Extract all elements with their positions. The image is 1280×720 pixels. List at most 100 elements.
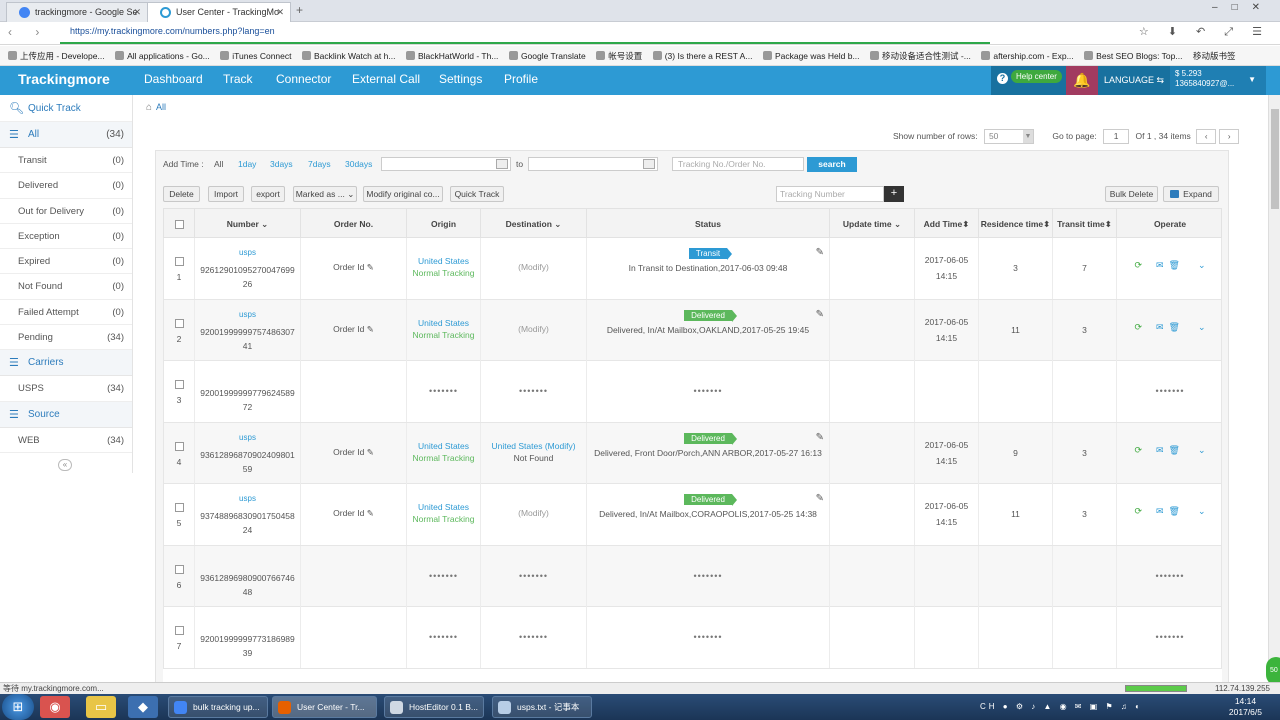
sidebar-group-all[interactable]: ☰ All (34) — [0, 122, 132, 148]
chevron-down-icon[interactable]: ⌄ — [1198, 445, 1206, 455]
sidebar-collapse-button[interactable]: « — [58, 459, 72, 471]
nav-buttons[interactable]: ‹ › — [8, 25, 49, 39]
window-controls[interactable]: –□✕ — [1212, 2, 1274, 13]
header-destination[interactable]: Destination ⌄ — [481, 209, 587, 239]
sidebar-item-pending[interactable]: Pending (34) — [0, 325, 132, 351]
system-tray[interactable]: CH ● ⚙ ♪ ▲ ◉ ✉ ▣ ⚑ ♫ ◐ — [980, 694, 1143, 720]
bookmark-item[interactable]: 移动设备适合性测试 -... — [870, 46, 971, 65]
bell-icon[interactable]: 🔔 — [1066, 66, 1098, 95]
order-id-field[interactable]: Order Id ✎ — [301, 508, 406, 519]
app-icon[interactable]: ◆ — [128, 696, 158, 718]
pencil-icon[interactable]: ✎ — [367, 324, 374, 334]
row-checkbox[interactable] — [174, 257, 184, 267]
range-3days[interactable]: 3days — [270, 159, 293, 169]
sidebar-item-usps[interactable]: USPS (34) — [0, 376, 132, 402]
row-checkbox[interactable] — [174, 503, 184, 513]
tracking-number-input[interactable]: Tracking Number — [776, 186, 884, 202]
rows-per-page-select[interactable]: 50 ▼ — [983, 129, 1034, 145]
bulk-delete-button[interactable]: Bulk Delete — [1105, 186, 1158, 202]
table-row[interactable]: 1 usps 92612901095270047699 26 Order Id ✎ Uni… — [163, 238, 1222, 300]
origin-country[interactable]: United States — [407, 502, 480, 512]
app-icon[interactable]: ◉ — [40, 696, 70, 718]
home-icon[interactable]: ⌂ — [146, 102, 152, 113]
sidebar-item-delivered[interactable]: Delivered (0) — [0, 173, 132, 199]
language-selector[interactable]: LANGUAGE ⇆ — [1098, 66, 1170, 95]
bookmark-item[interactable]: BlackHatWorld - Th... — [405, 46, 498, 65]
expand-button[interactable]: Expand — [1163, 186, 1219, 202]
export-button[interactable]: export — [251, 186, 285, 202]
sidebar-group-carriers[interactable]: ☰ Carriers — [0, 350, 132, 377]
comment-icon[interactable]: ✉ — [1156, 445, 1164, 455]
add-tracking-button[interactable]: + — [884, 186, 904, 202]
nav-settings[interactable]: Settings — [439, 72, 482, 86]
floating-widget[interactable]: 50 — [1266, 657, 1280, 685]
bookmark-item[interactable]: All applications - Go... — [115, 46, 210, 65]
destination-modify[interactable]: (Modify) — [481, 262, 586, 272]
folder-icon[interactable]: ▭ — [86, 696, 116, 718]
destination-modify[interactable]: United States (Modify) — [481, 441, 586, 451]
bookmark-item[interactable]: Best SEO Blogs: Top... — [1084, 46, 1182, 65]
bookmark-item[interactable]: Google Translate — [508, 46, 586, 65]
refresh-icon[interactable]: ⟳ — [1134, 506, 1142, 516]
order-id-field[interactable]: Order Id ✎ — [301, 447, 406, 458]
comment-icon[interactable]: ✉ — [1156, 506, 1164, 516]
origin-country[interactable]: United States — [407, 441, 480, 451]
origin-country[interactable]: United States — [407, 318, 480, 328]
tracking-number[interactable]: 92001999999757486307 — [195, 327, 300, 337]
tracking-order-search-input[interactable]: Tracking No./Order No. — [672, 157, 804, 171]
range-30days[interactable]: 30days — [345, 159, 372, 169]
tracking-number[interactable]: 93612896980900766746 — [195, 573, 300, 583]
sidebar-item-out-for-delivery[interactable]: Out for Delivery (0) — [0, 199, 132, 224]
next-page-button[interactable]: › — [1219, 129, 1240, 145]
start-button[interactable]: ⊞ — [2, 694, 34, 720]
modify-original-button[interactable]: Modify original co... — [363, 186, 443, 202]
sidebar-item-exception[interactable]: Exception (0) — [0, 224, 132, 250]
sidebar-item-failed-attempt[interactable]: Failed Attempt (0) — [0, 300, 132, 326]
start-date-input[interactable] — [381, 157, 511, 171]
taskbar-task[interactable]: bulk tracking up... — [168, 696, 268, 718]
tracking-number[interactable]: 93748896830901750458 — [195, 511, 300, 521]
marked-as-dropdown[interactable]: Marked as ... ⌄ — [293, 186, 357, 202]
refresh-icon[interactable]: ⟳ — [1134, 445, 1142, 455]
header-number[interactable]: Number ⌄ — [195, 209, 301, 239]
sidebar-item-transit[interactable]: Transit (0) — [0, 148, 132, 174]
new-tab-button[interactable]: + — [296, 3, 303, 17]
import-button[interactable]: Import — [208, 186, 244, 202]
bookmark-item-mobile[interactable]: 移动版书签 — [1193, 46, 1236, 65]
row-checkbox[interactable] — [174, 441, 184, 451]
taskbar-task[interactable]: usps.txt - 记事本 — [492, 696, 592, 718]
help-center-button[interactable]: ? Help center — [991, 66, 1066, 95]
tracking-number[interactable]: 92612901095270047699 — [195, 265, 300, 275]
tracking-number[interactable]: 92001999999773186989 — [195, 634, 300, 644]
prev-page-button[interactable]: ‹ — [1196, 129, 1217, 145]
header-transit-time[interactable]: Transit time⬍ — [1053, 209, 1117, 239]
chevron-down-icon[interactable]: ⌄ — [1198, 322, 1206, 332]
carrier-label[interactable]: usps — [195, 248, 300, 257]
system-clock[interactable]: 14:14 2017/6/5 — [1229, 696, 1262, 718]
account-menu[interactable]: $ 5.293 1365840927@... ▼ — [1170, 66, 1266, 95]
tracking-number[interactable]: 92001999999779624589 — [195, 388, 300, 398]
trash-icon[interactable]: 🗑︎ — [1169, 322, 1180, 332]
browser-toolbar-icons[interactable]: ☆ ⬇ ↶ ⤢ ☰ — [1139, 25, 1270, 39]
scrollbar-thumb[interactable] — [1271, 109, 1279, 209]
table-row[interactable]: 6 93612896980900766746 48 ••••••• ••••••• •••… — [163, 545, 1222, 607]
url-field[interactable]: https://my.trackingmore.com/numbers.php?… — [70, 26, 275, 36]
range-1day[interactable]: 1day — [238, 159, 256, 169]
sidebar-item-not-found[interactable]: Not Found (0) — [0, 274, 132, 300]
trash-icon[interactable]: 🗑︎ — [1169, 260, 1180, 270]
close-icon[interactable]: ✕ — [133, 3, 141, 22]
header-add-time[interactable]: Add Time⬍ — [915, 209, 979, 239]
edit-icon[interactable]: ✎ — [816, 432, 824, 443]
comment-icon[interactable]: ✉ — [1156, 260, 1164, 270]
edit-icon[interactable]: ✎ — [816, 309, 824, 320]
sidebar-quick-track[interactable]: 🔍︎ Quick Track — [0, 95, 132, 122]
row-checkbox[interactable] — [174, 318, 184, 328]
table-row[interactable]: 3 92001999999779624589 72 ••••••• ••••••• •••… — [163, 361, 1222, 423]
trash-icon[interactable]: 🗑︎ — [1169, 445, 1180, 455]
chevron-down-icon[interactable]: ⌄ — [1198, 506, 1206, 516]
refresh-icon[interactable]: ⟳ — [1134, 260, 1142, 270]
sidebar-group-source[interactable]: ☰ Source — [0, 401, 132, 428]
table-row[interactable]: 4 usps 93612896870902409801 59 Order Id ✎ Uni… — [163, 422, 1222, 484]
bookmark-item[interactable]: Package was Held b... — [762, 46, 860, 65]
breadcrumb-current[interactable]: All — [156, 102, 166, 112]
